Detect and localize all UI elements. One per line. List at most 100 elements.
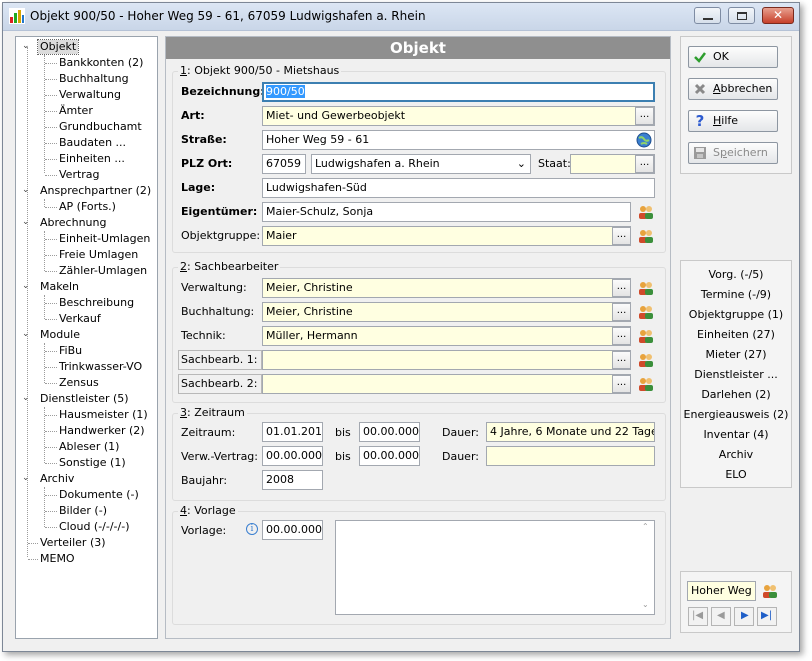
sachbearb2-input[interactable] <box>262 374 631 394</box>
link-inventar[interactable]: Inventar (4) <box>682 428 790 441</box>
vorlage-date-input[interactable]: 00.00.0000 <box>262 520 323 540</box>
link-vorgaenge[interactable]: Vorg. (-/5) <box>682 268 790 281</box>
link-darlehen[interactable]: Darlehen (2) <box>682 388 790 401</box>
people-icon[interactable] <box>636 302 656 322</box>
minimize-button[interactable] <box>694 7 721 24</box>
tree-item-memo[interactable]: MEMO <box>40 552 75 566</box>
zeitraum-from-input[interactable]: 01.01.2012 <box>262 422 323 442</box>
chevron-down-icon[interactable]: ⌄ <box>22 185 30 195</box>
tree-item-grundbuchamt[interactable]: Grundbuchamt <box>59 120 142 134</box>
tree-item-zaehler-umlagen[interactable]: Zähler-Umlagen <box>59 264 147 278</box>
abbrechen-button[interactable]: Abbrechen <box>688 78 778 100</box>
buchhaltung-browse-button[interactable]: ... <box>612 303 631 321</box>
tree-item-dokumente[interactable]: Dokumente (-) <box>59 488 139 502</box>
tree-item-ansprechpartner[interactable]: Ansprechpartner (2) <box>40 184 151 198</box>
last-record-button[interactable]: ▶| <box>757 607 777 626</box>
chevron-down-icon[interactable]: ⌄ <box>22 281 30 291</box>
people-icon[interactable] <box>636 350 656 370</box>
tree-item-objekt[interactable]: Objekt <box>36 39 80 55</box>
maximize-button[interactable] <box>728 7 755 24</box>
objektgruppe-input[interactable]: Maier <box>262 226 631 246</box>
baujahr-input[interactable]: 2008 <box>262 470 323 490</box>
buchhaltung-input[interactable]: Meier, Christine <box>262 302 631 322</box>
link-archiv[interactable]: Archiv <box>682 448 790 461</box>
chevron-down-icon[interactable]: ⌄ <box>22 473 30 483</box>
tree-item-dienstleister[interactable]: Dienstleister (5) <box>40 392 129 406</box>
strasse-input[interactable]: Hoher Weg 59 - 61 <box>262 130 655 150</box>
chevron-down-icon[interactable]: ⌄ <box>22 217 30 227</box>
eigentuemer-input[interactable]: Maier-Schulz, Sonja <box>262 202 631 222</box>
link-mieter[interactable]: Mieter (27) <box>682 348 790 361</box>
sachbearb1-browse-button[interactable]: ... <box>612 351 631 369</box>
sachbearb2-browse-button[interactable]: ... <box>612 375 631 393</box>
sachbearb1-input[interactable] <box>262 350 631 370</box>
tree-item-hausmeister[interactable]: Hausmeister (1) <box>59 408 148 422</box>
tree-item-vertrag[interactable]: Vertrag <box>59 168 100 182</box>
people-icon[interactable] <box>636 226 656 246</box>
link-objektgruppe[interactable]: Objektgruppe (1) <box>682 308 790 321</box>
tree-item-buchhaltung[interactable]: Buchhaltung <box>59 72 129 86</box>
globe-icon[interactable] <box>636 132 652 148</box>
tree-item-abrechnung[interactable]: Abrechnung <box>40 216 106 230</box>
scroll-down-icon[interactable]: ⌄ <box>642 600 649 609</box>
people-icon[interactable] <box>760 581 780 601</box>
link-einheiten[interactable]: Einheiten (27) <box>682 328 790 341</box>
people-icon[interactable] <box>636 278 656 298</box>
plz-input[interactable]: 67059 <box>262 154 306 174</box>
info-icon[interactable]: i <box>246 523 258 535</box>
tree-item-verkauf[interactable]: Verkauf <box>59 312 101 326</box>
link-elo[interactable]: ELO <box>682 468 790 481</box>
tree-item-archiv[interactable]: Archiv <box>40 472 74 486</box>
first-record-button[interactable]: |◀ <box>688 607 708 626</box>
tree-item-bilder[interactable]: Bilder (-) <box>59 504 107 518</box>
link-energieausweis[interactable]: Energieausweis (2) <box>682 408 790 421</box>
tree-item-bankkonten[interactable]: Bankkonten (2) <box>59 56 143 70</box>
verwaltung-input[interactable]: Meier, Christine <box>262 278 631 298</box>
zeitraum-to-input[interactable]: 00.00.0000 <box>359 422 420 442</box>
verwaltung-browse-button[interactable]: ... <box>612 279 631 297</box>
people-icon[interactable] <box>636 202 656 222</box>
technik-input[interactable]: Müller, Hermann <box>262 326 631 346</box>
tree-item-fibu[interactable]: FiBu <box>59 344 82 358</box>
art-browse-button[interactable]: ... <box>635 107 654 125</box>
next-record-button[interactable]: ▶ <box>734 607 754 626</box>
tree-item-zensus[interactable]: Zensus <box>59 376 99 390</box>
hilfe-button[interactable]: ? Hilfe <box>688 110 778 132</box>
tree-item-einheiten[interactable]: Einheiten ... <box>59 152 125 166</box>
tree-item-beschreibung[interactable]: Beschreibung <box>59 296 134 310</box>
ok-button[interactable]: OK <box>688 46 778 68</box>
people-icon[interactable] <box>636 326 656 346</box>
tree-item-verteiler[interactable]: Verteiler (3) <box>40 536 106 550</box>
ort-select[interactable]: Ludwigshafen a. Rhein ⌄ <box>311 154 531 174</box>
verw-to-input[interactable]: 00.00.0000 <box>359 446 420 466</box>
vorlage-scrollbar[interactable]: ⌃ ⌄ <box>640 522 652 612</box>
people-icon[interactable] <box>636 374 656 394</box>
chevron-down-icon[interactable]: ⌄ <box>22 329 30 339</box>
record-search-input[interactable]: Hoher Weg 5 <box>687 581 756 601</box>
tree-item-baudaten[interactable]: Baudaten ... <box>59 136 126 150</box>
tree-item-freie-umlagen[interactable]: Freie Umlagen <box>59 248 138 262</box>
bezeichnung-input[interactable]: 900/50 <box>262 82 655 102</box>
chevron-down-icon[interactable]: ⌄ <box>22 393 30 403</box>
objektgruppe-browse-button[interactable]: ... <box>612 227 631 245</box>
vorlage-textarea[interactable] <box>335 520 655 615</box>
tree-item-handwerker[interactable]: Handwerker (2) <box>59 424 145 438</box>
chevron-down-icon[interactable]: ⌄ <box>22 41 30 51</box>
link-dienstleister[interactable]: Dienstleister ... <box>682 368 790 381</box>
prev-record-button[interactable]: ◀ <box>711 607 731 626</box>
tree-item-trinkwasser[interactable]: Trinkwasser-VO <box>59 360 142 374</box>
tree-item-aemter[interactable]: Ämter <box>59 104 93 118</box>
tree-item-verwaltung[interactable]: Verwaltung <box>59 88 121 102</box>
close-button[interactable]: ✕ <box>762 7 794 24</box>
art-input[interactable]: Miet- und Gewerbeobjekt <box>262 106 655 126</box>
staat-browse-button[interactable]: ... <box>635 155 654 173</box>
tree-item-einheit-umlagen[interactable]: Einheit-Umlagen <box>59 232 150 246</box>
technik-browse-button[interactable]: ... <box>612 327 631 345</box>
verw-from-input[interactable]: 00.00.0000 <box>262 446 323 466</box>
tree-item-ap-forts[interactable]: AP (Forts.) <box>59 200 116 214</box>
lage-input[interactable]: Ludwigshafen-Süd <box>262 178 655 198</box>
tree-item-makeln[interactable]: Makeln <box>40 280 79 294</box>
tree-item-cloud[interactable]: Cloud (-/-/-/-) <box>59 520 130 534</box>
tree-item-module[interactable]: Module <box>40 328 80 342</box>
scroll-up-icon[interactable]: ⌃ <box>642 522 649 531</box>
